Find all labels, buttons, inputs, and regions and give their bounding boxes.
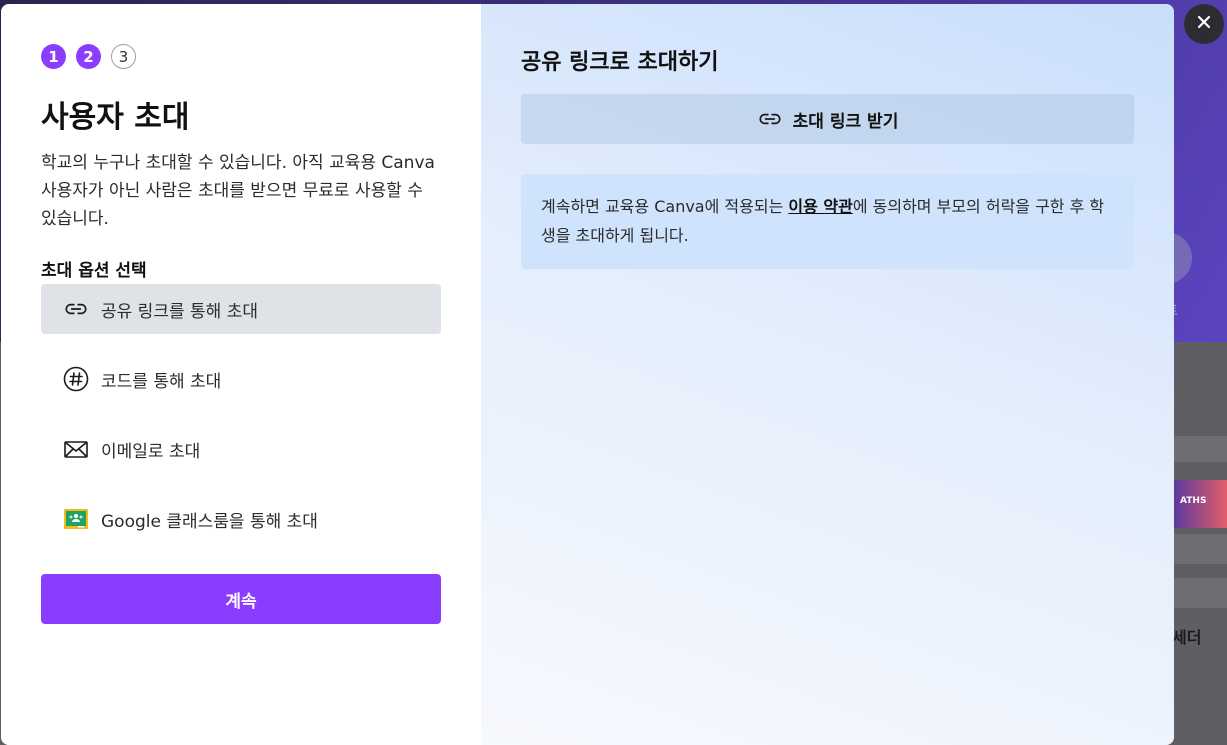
- background-bar: [1174, 436, 1227, 462]
- get-invite-link-button[interactable]: 초대 링크 받기: [521, 94, 1134, 144]
- option-label: Google 클래스룸을 통해 초대: [101, 511, 318, 532]
- background-thumbnail-text: ATHS: [1180, 496, 1207, 506]
- invite-description: 학교의 누구나 초대할 수 있습니다. 아직 교육용 Canva 사용자가 아닌…: [41, 153, 435, 229]
- step-2: 2: [76, 44, 101, 69]
- close-icon: [1196, 14, 1212, 34]
- step-3: 3: [111, 44, 136, 69]
- option-share-link[interactable]: 공유 링크를 통해 초대: [41, 284, 441, 334]
- notice-text-before: 계속하면 교육용 Canva에 적용되는: [541, 197, 789, 216]
- invite-options-panel: 1 2 3 사용자 초대 학교의 누구나 초대할 수 있습니다. 아직 교육용 …: [1, 4, 481, 745]
- continue-button[interactable]: 계속: [41, 574, 441, 624]
- close-button[interactable]: [1184, 4, 1224, 44]
- options-heading: 초대 옵션 선택: [41, 261, 147, 281]
- option-label: 이메일로 초대: [101, 441, 201, 462]
- option-email[interactable]: 이메일로 초대: [41, 424, 441, 474]
- google-classroom-icon: [63, 506, 89, 532]
- option-label: 코드를 통해 초대: [101, 371, 222, 392]
- background-heading: 세더: [1172, 628, 1202, 647]
- background-bar: [1174, 578, 1227, 608]
- share-link-panel: 공유 링크로 초대하기 초대 링크 받기 계속하면 교육용 Canva에 적용되…: [481, 4, 1174, 745]
- link-icon: [757, 106, 783, 132]
- option-code[interactable]: 코드를 통해 초대: [41, 354, 441, 404]
- background-bar: [1174, 534, 1227, 564]
- option-label: 공유 링크를 통해 초대: [101, 301, 258, 322]
- get-invite-link-label: 초대 링크 받기: [792, 111, 899, 132]
- terms-notice: 계속하면 교육용 Canva에 적용되는 이용 약관에 동의하며 부모의 허락을…: [521, 174, 1134, 269]
- invite-modal: 1 2 3 사용자 초대 학교의 누구나 초대할 수 있습니다. 아직 교육용 …: [1, 4, 1174, 745]
- step-indicator: 1 2 3: [41, 44, 136, 69]
- panel-title: 공유 링크로 초대하기: [521, 50, 719, 75]
- background-thumbnail: ATHS: [1174, 480, 1227, 528]
- hash-icon: [63, 366, 89, 392]
- mail-icon: [63, 436, 89, 462]
- invite-option-list: 공유 링크를 통해 초대 코드를 통해 초대 이메일로 초대 Google 클래…: [41, 284, 441, 564]
- step-1: 1: [41, 44, 66, 69]
- link-icon: [63, 296, 89, 322]
- page-title: 사용자 초대: [41, 100, 190, 135]
- terms-of-use-link[interactable]: 이용 약관: [788, 197, 852, 216]
- option-google-classroom[interactable]: Google 클래스룸을 통해 초대: [41, 494, 441, 544]
